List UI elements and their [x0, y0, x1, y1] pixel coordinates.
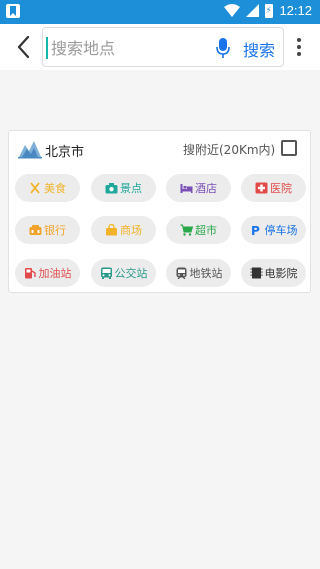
category-chip[interactable]: 商场 [91, 216, 156, 244]
bus-icon [100, 267, 112, 279]
category-chip[interactable]: 超市 [166, 216, 231, 244]
category-chip[interactable]: 酒店 [166, 174, 231, 202]
category-chip[interactable]: P 停车场 [241, 216, 306, 244]
nearby-checkbox[interactable] [281, 140, 297, 156]
food-icon [30, 182, 40, 194]
category-label: 美食 [44, 182, 66, 195]
wifi-icon [224, 4, 241, 17]
status-icons: 12:12 [224, 3, 312, 18]
category-label: 银行 [44, 224, 66, 237]
gas-station-icon [24, 268, 36, 279]
search-button[interactable]: 搜索 [243, 37, 275, 61]
cart-icon [180, 224, 193, 236]
subway-icon [176, 267, 186, 279]
category-chip[interactable]: 医院 [241, 174, 306, 202]
text-cursor [46, 37, 48, 59]
category-label: 超市 [195, 224, 217, 237]
category-chip[interactable]: 地铁站 [166, 259, 231, 287]
svg-text:P: P [251, 224, 260, 236]
category-label: 商场 [120, 224, 142, 237]
city-name[interactable]: 北京市 [45, 141, 84, 160]
hospital-icon [255, 182, 268, 194]
category-label: 公交站 [114, 267, 148, 280]
city-landmark-icon [18, 141, 42, 159]
bank-icon [29, 225, 42, 235]
category-chip[interactable]: 公交站 [91, 259, 156, 287]
category-label: 加油站 [38, 267, 72, 280]
category-chip[interactable]: 加油站 [15, 259, 80, 287]
category-label: 电影院 [264, 267, 298, 280]
bed-icon [180, 184, 193, 193]
category-chip[interactable]: 景点 [91, 174, 156, 202]
film-icon [250, 267, 262, 279]
signal-icon [246, 4, 260, 17]
more-options-icon[interactable] [296, 37, 302, 57]
nearby-label: 搜附近(20Km内) [183, 143, 276, 157]
search-toolbar: 搜索 [0, 24, 320, 70]
category-label: 地铁站 [189, 267, 223, 280]
category-chip[interactable]: 银行 [15, 216, 80, 244]
status-time: 12:12 [279, 3, 312, 18]
shopping-bag-icon [106, 224, 117, 236]
back-arrow-icon[interactable] [12, 32, 36, 62]
search-box[interactable]: 搜索 [42, 27, 284, 67]
category-label: 医院 [270, 182, 292, 195]
category-chip[interactable]: 电影院 [241, 259, 306, 287]
battery-icon [265, 3, 274, 18]
category-card: 北京市 搜附近(20Km内) 美食 景点 酒店 医院银行 商场 超市 P 停车场加油站 公交站 地… [8, 130, 311, 293]
category-label: 停车场 [264, 224, 298, 237]
notification-icon [6, 4, 20, 18]
microphone-icon[interactable] [216, 37, 230, 59]
search-input[interactable] [51, 34, 211, 62]
parking-icon: P [251, 224, 260, 236]
category-label: 景点 [120, 182, 142, 195]
status-bar: 12:12 [0, 0, 320, 24]
category-label: 酒店 [195, 182, 217, 195]
category-chip[interactable]: 美食 [15, 174, 80, 202]
camera-icon [105, 183, 118, 194]
